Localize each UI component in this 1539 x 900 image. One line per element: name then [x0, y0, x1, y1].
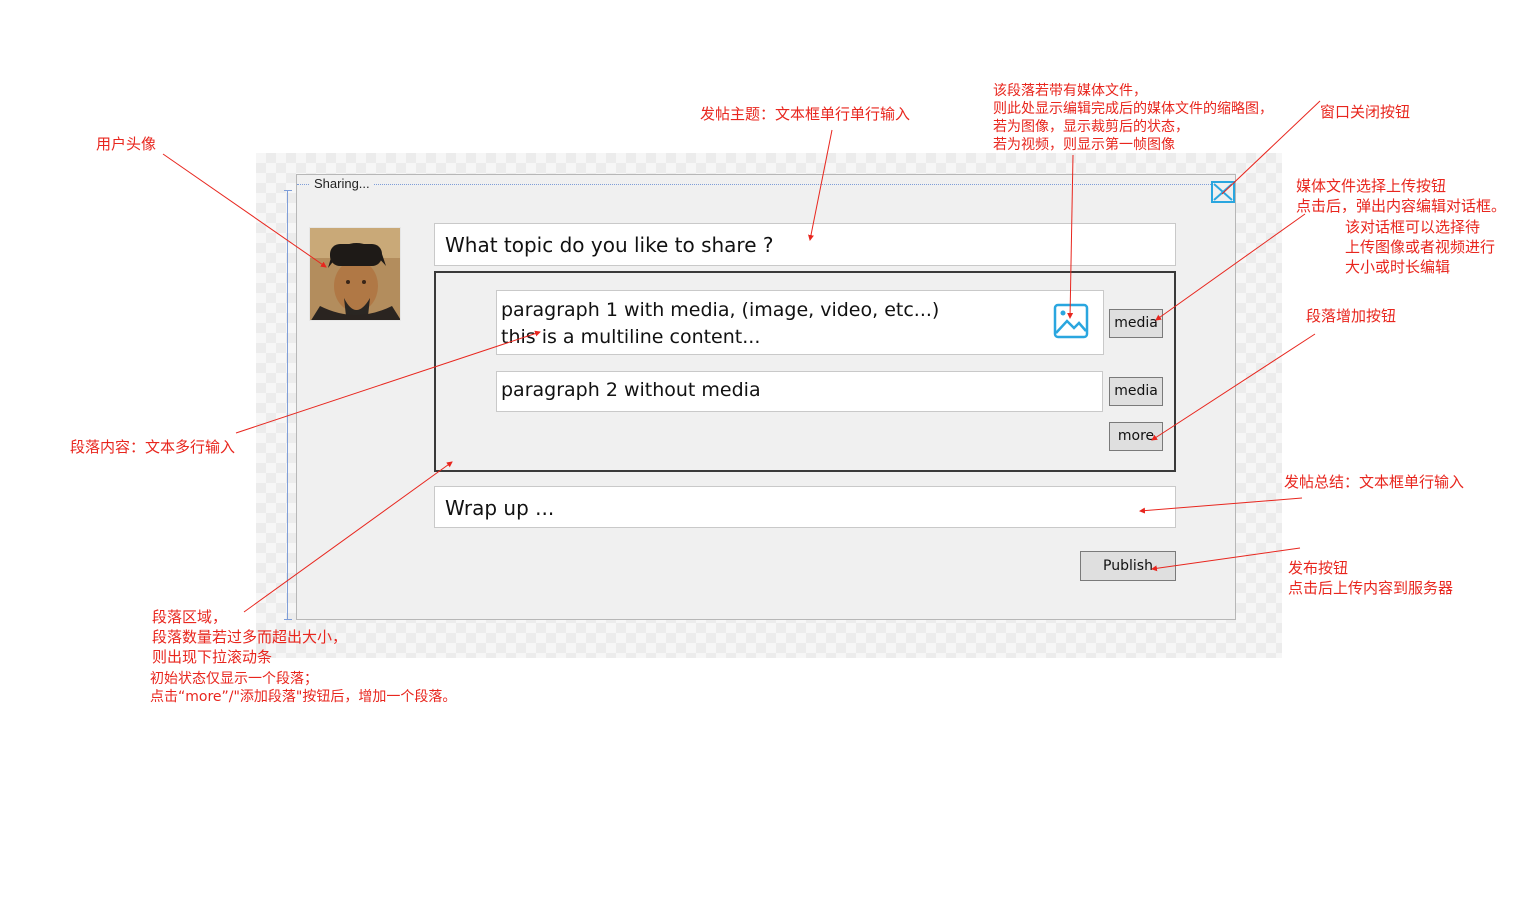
paragraph-2-input[interactable]: paragraph 2 without media	[496, 371, 1103, 412]
topic-input[interactable]: What topic do you like to share ?	[434, 223, 1176, 266]
media-thumbnail[interactable]	[1040, 291, 1103, 354]
note-media-button-detail: 该对话框可以选择待 上传图像或者视频进行 大小或时长编辑	[1345, 218, 1496, 276]
note-media-thumbnail: 该段落若带有媒体文件， 则此处显示编辑完成后的媒体文件的缩略图， 若为图像，显示…	[993, 83, 1273, 153]
note-paragraph-content: 段落内容：文本多行输入	[70, 438, 236, 456]
publish-button[interactable]: Publish	[1080, 551, 1176, 581]
note-avatar: 用户头像	[96, 135, 157, 153]
note-topic: 发帖主题：文本框单行单行输入	[700, 105, 911, 123]
note-paragraph-area-behavior: 初始状态仅显示一个段落； 点击“more”/"添加段落"按钮后，增加一个段落。	[150, 671, 457, 705]
user-avatar[interactable]	[309, 227, 401, 321]
note-add-paragraph: 段落增加按钮	[1306, 307, 1397, 325]
window-title: Sharing...	[310, 176, 374, 192]
height-guide	[287, 190, 288, 620]
close-icon	[1213, 183, 1233, 201]
media-button-paragraph-2[interactable]: media	[1109, 377, 1163, 406]
wrapup-input[interactable]: Wrap up ...	[434, 486, 1176, 528]
note-wrapup: 发帖总结：文本框单行输入	[1284, 473, 1465, 491]
avatar-portrait	[310, 228, 400, 320]
close-button[interactable]	[1211, 181, 1235, 203]
note-close: 窗口关闭按钮	[1320, 103, 1411, 121]
paragraph-1-input[interactable]: paragraph 1 with media, (image, video, e…	[496, 290, 1104, 355]
title-separator	[297, 184, 1217, 185]
note-publish: 发布按钮 点击后上传内容到服务器	[1288, 559, 1454, 597]
media-button-paragraph-1[interactable]: media	[1109, 309, 1163, 338]
note-paragraph-area: 段落区域， 段落数量若过多而超出大小， 则出现下拉滚动条	[152, 608, 348, 666]
note-media-button: 媒体文件选择上传按钮 点击后，弹出内容编辑对话框。	[1296, 177, 1507, 215]
image-icon	[1053, 303, 1089, 339]
add-paragraph-button[interactable]: more	[1109, 422, 1163, 451]
height-guide-top	[284, 190, 292, 191]
